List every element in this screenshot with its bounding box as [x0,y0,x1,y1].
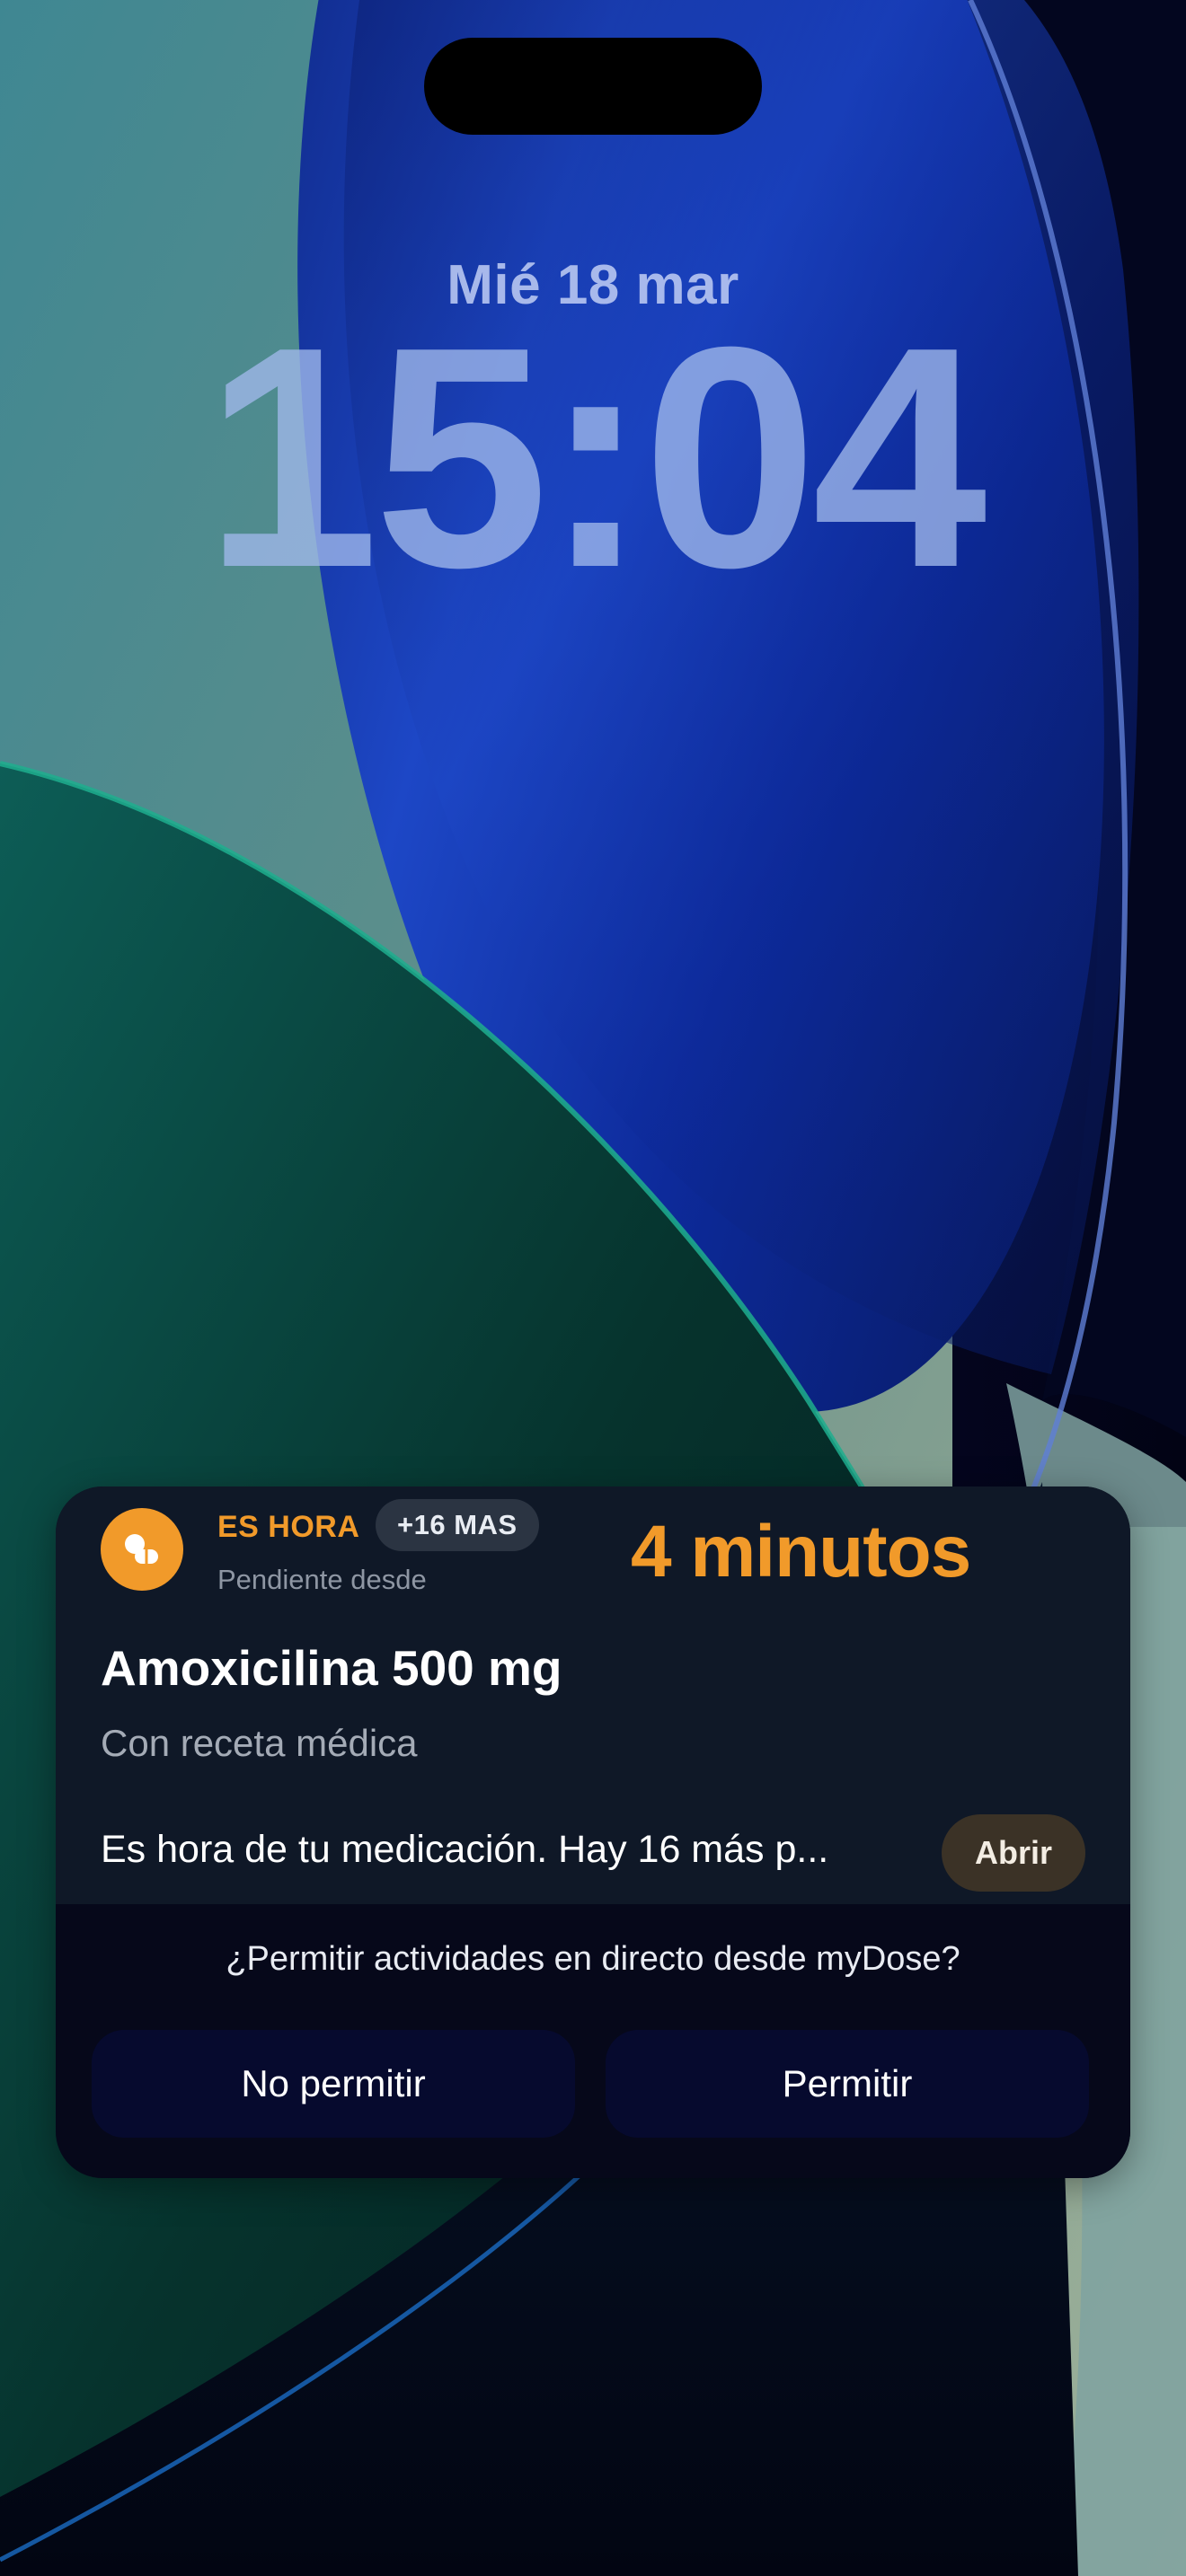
elapsed-time: 4 minutos [631,1511,971,1592]
more-count-badge: +16 MAS [376,1499,539,1551]
medication-name: Amoxicilina 500 mg [101,1640,562,1696]
open-button[interactable]: Abrir [942,1814,1085,1892]
notification-message: Es hora de tu medicación. Hay 16 más p..… [101,1828,829,1871]
live-activity-content[interactable]: ES HORA +16 MAS Pendiente desde 4 minuto… [56,1486,1130,1904]
permission-question: ¿Permitir actividades en directo desde m… [226,1940,960,1978]
status-label: ES HORA [217,1510,360,1544]
lock-screen-time: 15:04 [204,282,987,633]
permission-prompt: ¿Permitir actividades en directo desde m… [56,1904,1130,2178]
pill-icon [101,1508,183,1591]
deny-button[interactable]: No permitir [92,2030,575,2138]
allow-button[interactable]: Permitir [606,2030,1089,2138]
medication-subtitle: Con receta médica [101,1722,418,1764]
dynamic-island [424,38,762,135]
live-activity-card[interactable]: ES HORA +16 MAS Pendiente desde 4 minuto… [56,1486,1130,2178]
pending-label: Pendiente desde [217,1564,427,1595]
